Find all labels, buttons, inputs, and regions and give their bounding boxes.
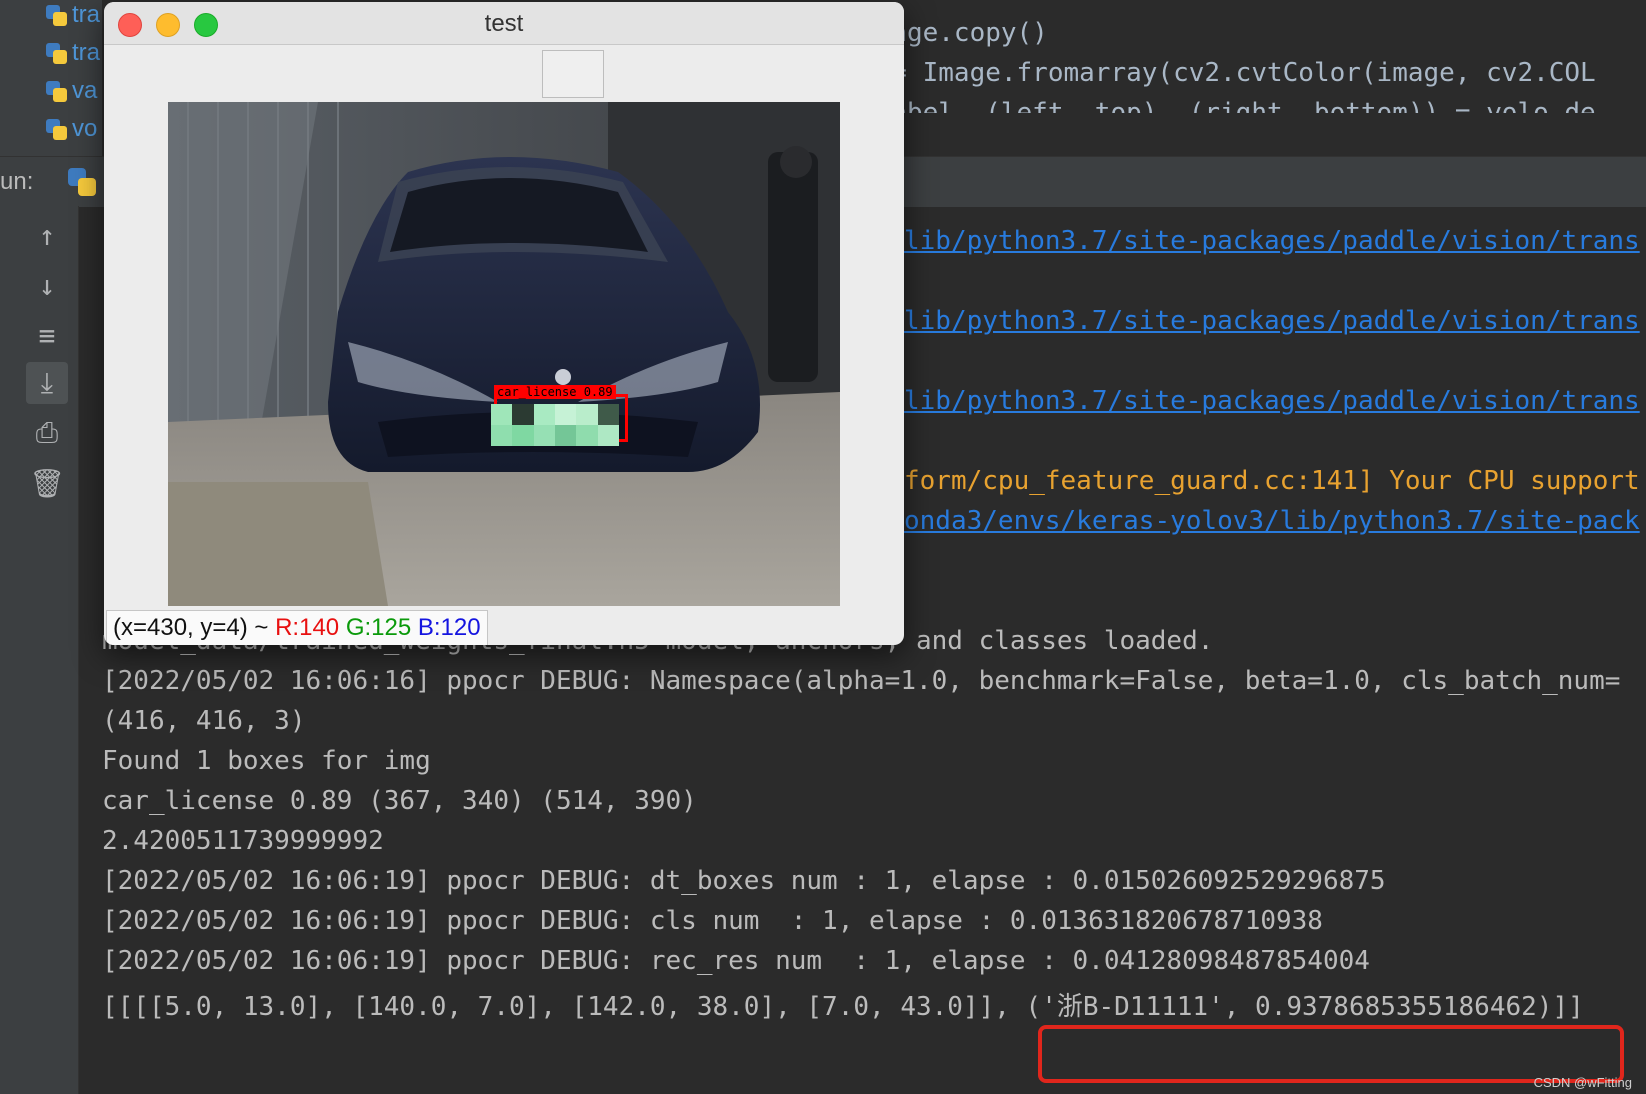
print-icon[interactable]: ⎙ — [26, 412, 68, 454]
console-line: Found 1 boxes for img — [102, 746, 431, 776]
tree-item[interactable]: tra — [44, 34, 100, 72]
detection-image[interactable]: car_license 0.89 — [168, 102, 840, 606]
blue-value: B:120 — [417, 614, 481, 641]
red-value: R:140 — [275, 614, 340, 641]
python-file-icon — [44, 117, 68, 141]
console-warning: form/cpu_feature_guard.cc:141] Your CPU … — [904, 466, 1640, 496]
cursor-coords: (x=430, y=4) ~ — [113, 614, 276, 641]
console-line: [2022/05/02 16:06:19] ppocr DEBUG: rec_r… — [102, 946, 1370, 976]
tree-item[interactable]: vo — [44, 110, 97, 148]
green-value: G:125 — [345, 614, 412, 641]
console-line: [2022/05/02 16:06:19] ppocr DEBUG: dt_bo… — [102, 866, 1386, 896]
run-panel-label: un: — [0, 168, 34, 195]
tree-item-label: tra — [72, 1, 101, 28]
code-line: e = Image.fromarray(cv2.cvtColor(image, … — [860, 58, 1596, 88]
image-window[interactable]: test car_license 0.89 (x=430, y=4) ~ R:1… — [104, 2, 904, 645]
project-tree: tra tra va vo — [40, 0, 102, 156]
window-titlebar[interactable]: test — [104, 2, 904, 45]
window-title: test — [484, 10, 524, 37]
tree-item-label: tra — [72, 39, 101, 66]
soft-wrap-icon[interactable]: ≡ — [26, 314, 68, 356]
python-run-icon[interactable] — [68, 168, 98, 198]
console-link[interactable]: lib/python3.7/site-packages/paddle/visio… — [904, 386, 1640, 416]
license-plate-mosaic — [491, 404, 619, 446]
console-line: [2022/05/02 16:06:19] ppocr DEBUG: cls n… — [102, 906, 1323, 936]
python-file-icon — [44, 79, 68, 103]
tree-item-label: va — [72, 77, 98, 104]
run-toolbar: ↑ ↓ ≡ ⤓ ⎙ 🗑 — [0, 206, 79, 1094]
code-line: (label, (left, top), (right, bottom)) = … — [860, 98, 1596, 128]
watermark: CSDN @wFitting — [1533, 1075, 1632, 1090]
up-arrow-icon[interactable]: ↑ — [26, 214, 68, 256]
trash-icon[interactable]: 🗑 — [26, 462, 68, 504]
console-line: [[[[5.0, 13.0], [140.0, 7.0], [142.0, 38… — [102, 992, 1584, 1022]
console-line: [2022/05/02 16:06:16] ppocr DEBUG: Names… — [102, 666, 1621, 696]
console-line: 2.4200511739999992 — [102, 826, 384, 856]
tree-item[interactable]: va — [44, 72, 97, 110]
python-file-icon — [44, 41, 68, 65]
toolbar-placeholder[interactable] — [542, 50, 604, 98]
scroll-to-end-icon[interactable]: ⤓ — [26, 362, 68, 404]
car-photo — [168, 102, 840, 606]
tree-item-label: vo — [72, 115, 98, 142]
console-link[interactable]: lib/python3.7/site-packages/paddle/visio… — [904, 226, 1640, 256]
down-arrow-icon[interactable]: ↓ — [26, 264, 68, 306]
console-line: car_license 0.89 (367, 340) (514, 390) — [102, 786, 697, 816]
pixel-status-bar: (x=430, y=4) ~ R:140 G:125 B:120 — [106, 610, 488, 645]
console-line: (416, 416, 3) — [102, 706, 306, 736]
tree-item[interactable]: tra — [44, 0, 100, 34]
console-link[interactable]: onda3/envs/keras-yolov3/lib/python3.7/si… — [904, 506, 1640, 536]
python-file-icon — [44, 3, 68, 27]
console-link[interactable]: lib/python3.7/site-packages/paddle/visio… — [904, 306, 1640, 336]
code-editor[interactable]: image.copy() e = Image.fromarray(cv2.cvt… — [860, 0, 1646, 156]
detection-label: car_license 0.89 — [494, 385, 616, 399]
